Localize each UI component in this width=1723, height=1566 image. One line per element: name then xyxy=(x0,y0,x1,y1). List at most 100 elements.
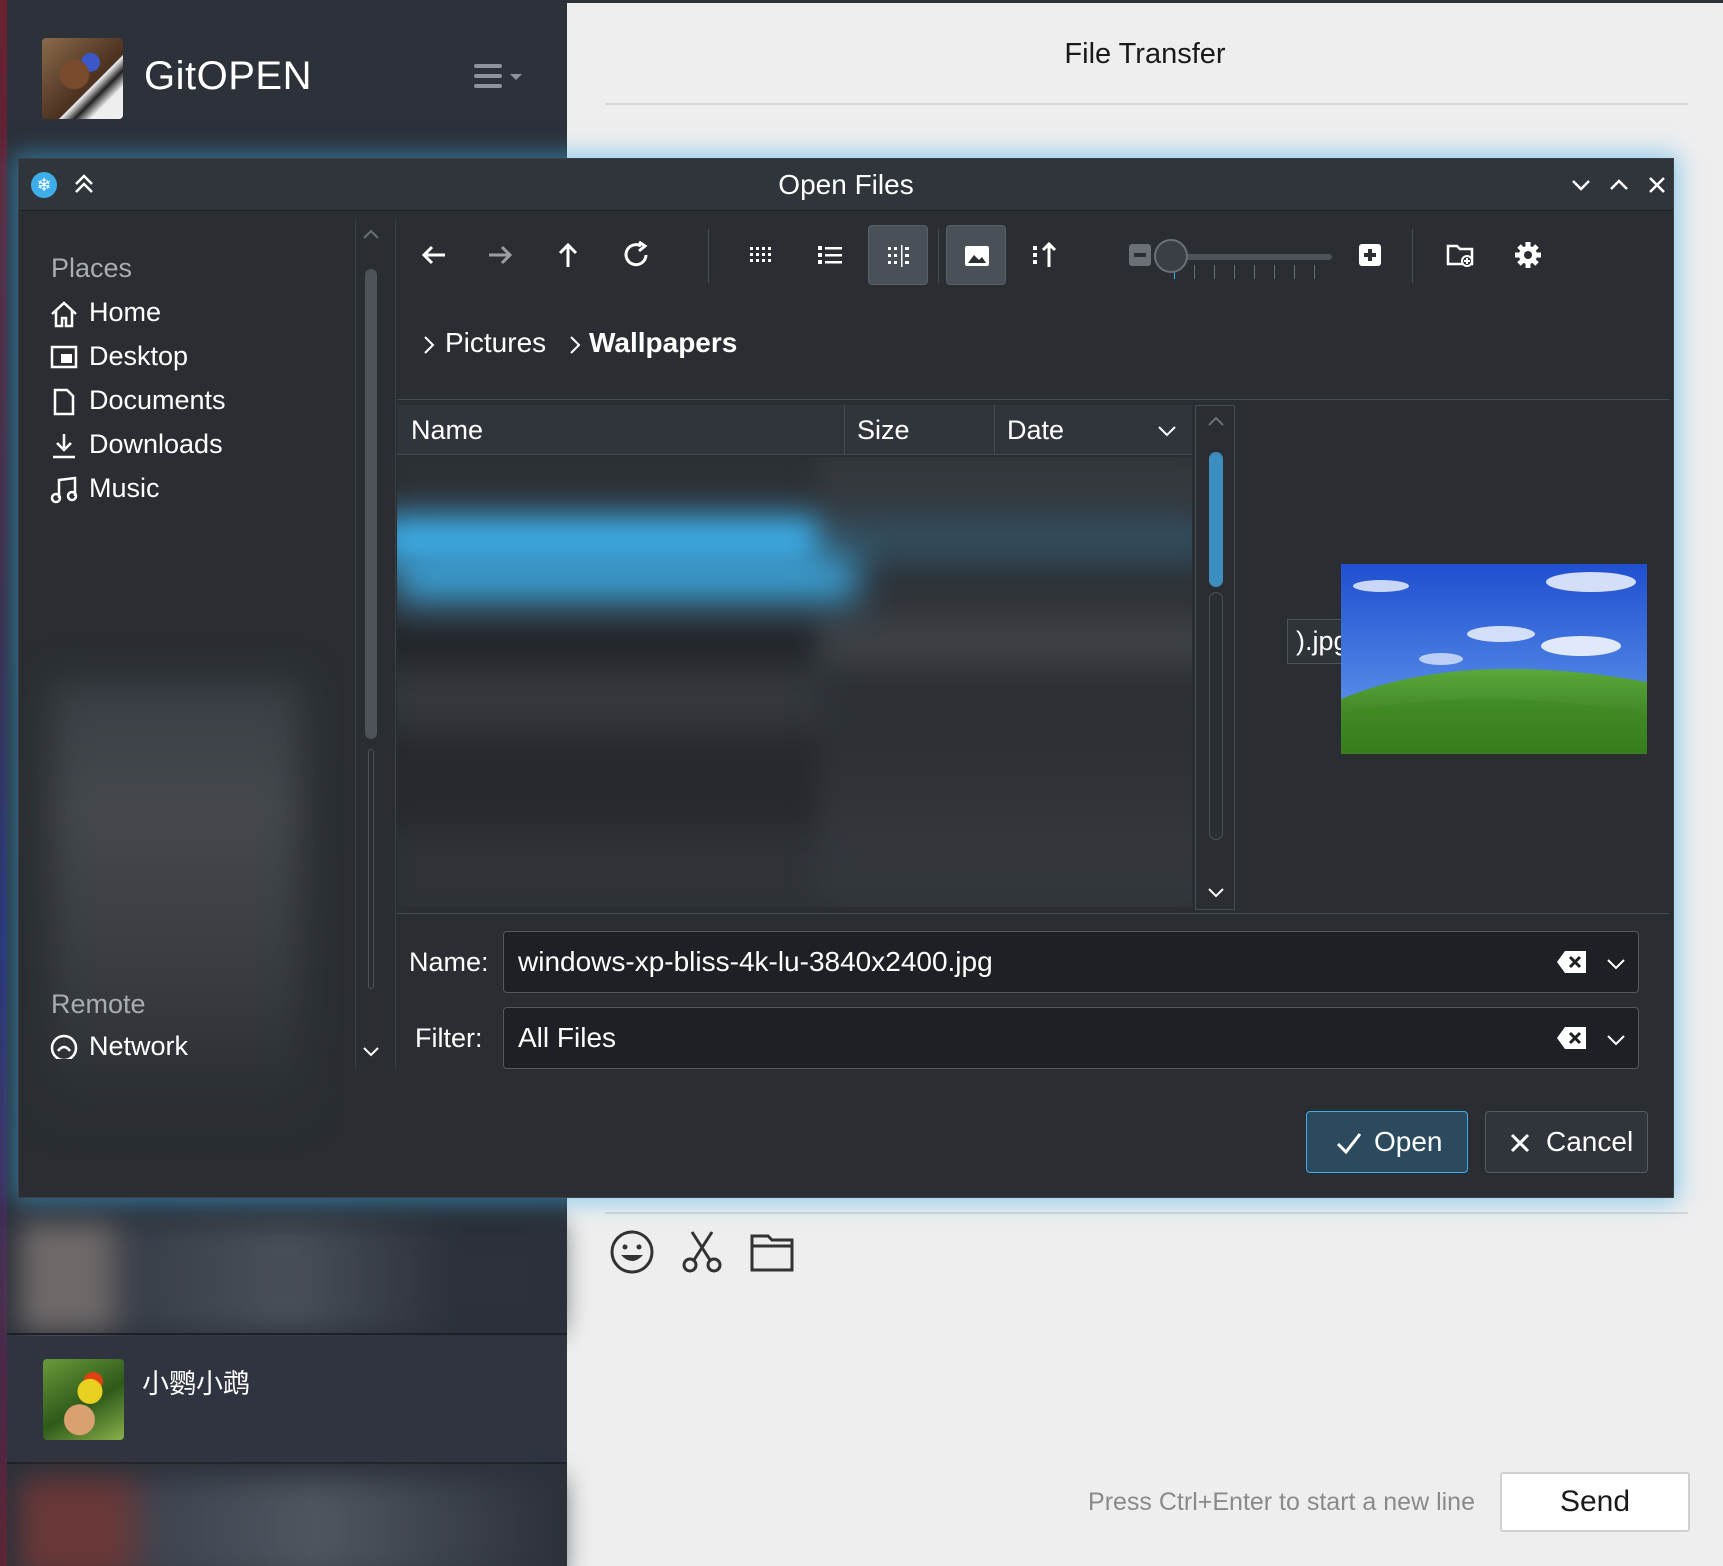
column-size[interactable]: Size xyxy=(857,415,910,446)
cancel-button[interactable]: Cancel xyxy=(1485,1111,1648,1173)
sort-icon xyxy=(1033,241,1057,267)
music-icon xyxy=(49,475,79,505)
user-avatar[interactable] xyxy=(42,38,123,119)
conversation-item[interactable]: 小鹦小鹉 xyxy=(7,1336,567,1462)
scroll-thumb[interactable] xyxy=(365,269,377,739)
divider xyxy=(605,1212,1688,1214)
place-label: Home xyxy=(89,297,162,327)
zoom-slider-track[interactable] xyxy=(1172,254,1332,260)
scroll-down-icon xyxy=(1208,888,1224,898)
grid-icon xyxy=(750,247,771,262)
place-home[interactable]: Home xyxy=(49,295,339,333)
scroll-track[interactable] xyxy=(368,749,374,989)
compact-view-button[interactable] xyxy=(800,225,860,285)
column-separator[interactable] xyxy=(994,405,995,455)
place-documents[interactable]: Documents xyxy=(49,383,339,421)
up-button[interactable] xyxy=(538,225,598,285)
minimize-icon[interactable] xyxy=(1567,171,1595,199)
cancel-label: Cancel xyxy=(1546,1126,1634,1157)
chevron-right-icon xyxy=(424,336,435,354)
document-icon xyxy=(49,387,79,417)
dialog-titlebar[interactable]: ❄ Open Files xyxy=(19,159,1673,211)
sort-descending-icon xyxy=(1158,426,1176,437)
arrow-up-icon xyxy=(558,242,578,267)
scroll-down-icon xyxy=(363,1047,379,1057)
clear-text-icon xyxy=(1557,1027,1586,1049)
place-label: Music xyxy=(89,473,160,503)
forward-button[interactable] xyxy=(470,225,530,285)
gear-icon xyxy=(1515,242,1541,268)
network-icon xyxy=(49,1033,79,1059)
conversation-item-blurred[interactable] xyxy=(20,1222,560,1332)
column-date[interactable]: Date xyxy=(1007,415,1064,446)
place-network[interactable]: Network xyxy=(49,1029,339,1059)
arrow-right-icon xyxy=(489,245,513,265)
new-folder-button[interactable] xyxy=(1430,225,1490,285)
folder-icon[interactable] xyxy=(748,1228,796,1276)
file-list-header: Name Size Date xyxy=(397,405,1192,455)
place-music[interactable]: Music xyxy=(49,471,339,509)
zoom-in-button[interactable] xyxy=(1340,225,1400,285)
app-header: GitOPEN xyxy=(42,38,542,120)
filename-value[interactable]: windows-xp-bliss-4k-lu-3840x2400.jpg xyxy=(518,946,993,978)
plus-icon xyxy=(1359,244,1381,266)
checkmark-icon xyxy=(1336,1133,1362,1155)
place-desktop[interactable]: Desktop xyxy=(49,339,339,377)
column-separator[interactable] xyxy=(844,405,845,455)
open-files-dialog: ❄ Open Files Places Home Desktop Documen… xyxy=(18,158,1674,1198)
breadcrumb-item-current[interactable]: Wallpapers xyxy=(589,327,737,359)
divider xyxy=(397,913,1669,914)
details-view-button[interactable] xyxy=(868,225,928,285)
menu-icon[interactable] xyxy=(474,64,524,94)
chevron-down-icon xyxy=(1607,1035,1625,1046)
place-downloads[interactable]: Downloads xyxy=(49,427,339,465)
scroll-thumb[interactable] xyxy=(1209,452,1223,587)
desktop-edge xyxy=(0,0,7,1566)
filter-combobox[interactable]: All Files xyxy=(503,1007,1639,1069)
emoji-icon[interactable] xyxy=(608,1228,656,1276)
settings-button[interactable] xyxy=(1498,225,1558,285)
back-button[interactable] xyxy=(404,225,464,285)
chat-title: File Transfer xyxy=(1064,38,1226,70)
maximize-icon[interactable] xyxy=(1605,171,1633,199)
minus-icon xyxy=(1129,244,1151,266)
new-folder-icon xyxy=(1446,244,1474,267)
list-icon xyxy=(818,246,842,264)
filename-combobox[interactable]: windows-xp-bliss-4k-lu-3840x2400.jpg xyxy=(503,931,1639,993)
conversation-item-blurred[interactable] xyxy=(20,1478,560,1566)
places-panel: Places Home Desktop Documents Downloads … xyxy=(19,211,359,1111)
desktop-icon xyxy=(49,343,79,373)
places-section-title: Places xyxy=(51,253,133,283)
places-scrollbar[interactable] xyxy=(355,219,385,1069)
file-list-scrollbar[interactable] xyxy=(1195,405,1235,910)
scroll-up-icon xyxy=(1208,416,1224,426)
clear-text-icon xyxy=(1557,951,1586,973)
open-button[interactable]: Open xyxy=(1306,1111,1468,1173)
scroll-track[interactable] xyxy=(1209,592,1223,840)
place-label: Documents xyxy=(89,385,226,415)
zoom-slider-handle[interactable] xyxy=(1154,239,1188,273)
scissors-icon[interactable] xyxy=(678,1228,726,1276)
reload-button[interactable] xyxy=(606,225,666,285)
open-label: Open xyxy=(1374,1126,1443,1157)
column-name[interactable]: Name xyxy=(411,415,483,446)
close-icon[interactable] xyxy=(1643,171,1671,199)
dialog-toolbar xyxy=(404,221,1669,291)
divider xyxy=(395,219,396,1069)
sort-button[interactable] xyxy=(1014,225,1074,285)
details-view-icon xyxy=(888,245,909,267)
chevron-right-icon xyxy=(570,336,581,354)
breadcrumb-item[interactable]: Pictures xyxy=(445,327,546,359)
filter-value[interactable]: All Files xyxy=(518,1022,616,1054)
file-list[interactable] xyxy=(397,457,1192,907)
zoom-slider-ticks xyxy=(1172,265,1327,279)
remote-section-title: Remote xyxy=(51,989,146,1019)
icons-view-button[interactable] xyxy=(732,225,792,285)
dialog-title: Open Files xyxy=(778,169,914,200)
preview-toggle-button[interactable] xyxy=(946,225,1006,285)
selected-row-blurred[interactable] xyxy=(397,457,857,907)
place-label: Desktop xyxy=(89,341,189,371)
scroll-up-icon xyxy=(363,229,379,239)
send-button[interactable]: Send xyxy=(1500,1472,1690,1532)
conversation-avatar xyxy=(43,1359,124,1440)
